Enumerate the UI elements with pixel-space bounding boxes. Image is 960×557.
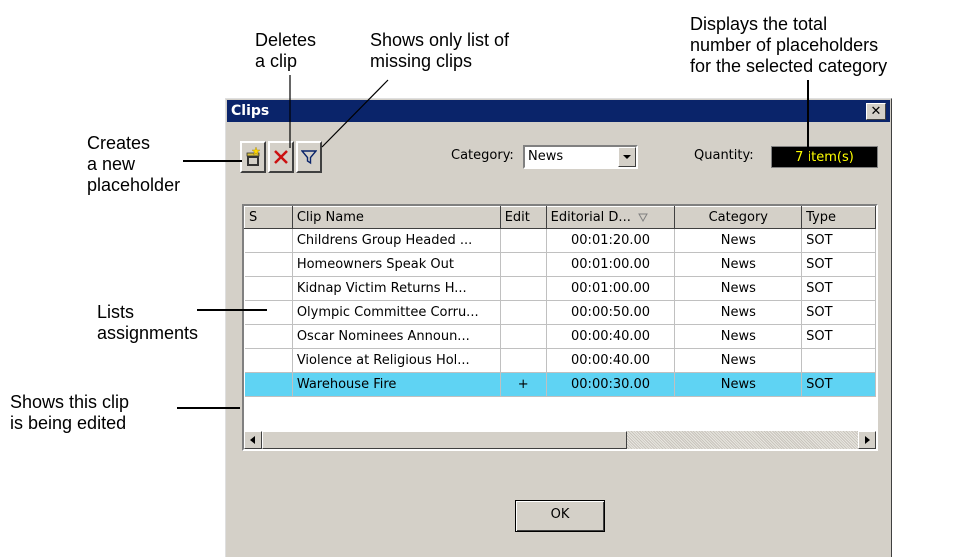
duration-cell: 00:00:50.00	[546, 300, 676, 325]
table-row[interactable]: Childrens Group Headed ... 00:01:20.00 N…	[244, 228, 876, 253]
duration-cell: 00:01:20.00	[546, 228, 676, 253]
scroll-left-button[interactable]	[244, 431, 262, 449]
type-cell: SOT	[801, 276, 876, 301]
dropdown-arrow-icon	[623, 155, 631, 159]
table-row[interactable]: Oscar Nominees Announ... 00:00:40.00 New…	[244, 324, 876, 349]
toolbar	[240, 141, 322, 177]
duration-cell: 00:00:40.00	[546, 348, 676, 373]
dialog-title: Clips	[231, 103, 270, 119]
new-placeholder-icon	[246, 147, 261, 166]
edit-cell: +	[500, 372, 547, 397]
clips-table: S Clip Name Edit Editorial D... Category…	[242, 204, 878, 451]
callout-new-placeholder: Creates a new placeholder	[87, 133, 181, 195]
quantity-label: Quantity:	[694, 148, 754, 163]
status-cell	[244, 348, 293, 373]
column-header-clip-name[interactable]: Clip Name	[291, 206, 501, 229]
callout-being-edited: Shows this clip is being edited	[10, 392, 130, 433]
callout-missing-clips: Shows only list of missing clips	[370, 30, 510, 71]
table-row[interactable]: Homeowners Speak Out 00:01:00.00 News SO…	[244, 252, 876, 277]
new-placeholder-button[interactable]	[240, 141, 266, 173]
title-bar: Clips ✕	[227, 100, 890, 122]
delete-icon	[274, 150, 288, 164]
column-header-type[interactable]: Type	[801, 206, 876, 229]
status-cell	[244, 228, 293, 253]
scroll-left-icon	[250, 436, 255, 444]
sort-descending-icon	[638, 213, 648, 223]
edit-cell	[500, 300, 547, 325]
table-row-selected[interactable]: Warehouse Fire + 00:00:30.00 News SOT	[244, 372, 876, 397]
scroll-right-button[interactable]	[858, 431, 876, 449]
category-select[interactable]: News	[523, 145, 638, 169]
clip-name-cell: Homeowners Speak Out	[292, 252, 501, 277]
type-cell: SOT	[801, 300, 876, 325]
category-cell: News	[674, 324, 803, 349]
duration-cell: 00:01:00.00	[546, 276, 676, 301]
status-cell	[244, 252, 293, 277]
column-header-s[interactable]: S	[244, 206, 293, 229]
edit-cell	[500, 348, 547, 373]
column-header-edit[interactable]: Edit	[499, 206, 547, 229]
status-cell	[244, 372, 293, 397]
clip-name-cell: Childrens Group Headed ...	[292, 228, 501, 253]
type-cell: SOT	[801, 228, 876, 253]
category-cell: News	[674, 228, 803, 253]
category-cell: News	[674, 348, 803, 373]
callout-quantity: Displays the total number of placeholder…	[690, 14, 888, 76]
editorial-duration-label: Editorial D...	[550, 210, 631, 225]
callout-assignments: Lists assignments	[97, 302, 199, 343]
duration-cell: 00:00:30.00	[546, 372, 676, 397]
horizontal-scrollbar[interactable]	[244, 431, 876, 449]
clip-name-cell: Kidnap Victim Returns H...	[292, 276, 501, 301]
dropdown-button[interactable]	[618, 147, 636, 167]
clip-name-cell: Oscar Nominees Announ...	[292, 324, 501, 349]
scroll-right-icon	[865, 436, 870, 444]
type-cell: SOT	[801, 252, 876, 277]
duration-cell: 00:01:00.00	[546, 252, 676, 277]
type-cell: SOT	[801, 324, 876, 349]
table-row[interactable]: Kidnap Victim Returns H... 00:01:00.00 N…	[244, 276, 876, 301]
status-cell	[244, 324, 293, 349]
edit-cell	[500, 324, 547, 349]
category-cell: News	[674, 300, 803, 325]
category-cell: News	[674, 276, 803, 301]
edit-cell	[500, 252, 547, 277]
column-header-editorial-duration[interactable]: Editorial D...	[545, 206, 676, 229]
filter-missing-button[interactable]	[296, 141, 322, 173]
header-row: S Clip Name Edit Editorial D... Category…	[244, 206, 876, 229]
duration-cell: 00:00:40.00	[546, 324, 676, 349]
clip-name-cell: Olympic Committee Corru...	[292, 300, 501, 325]
ok-button[interactable]: OK	[515, 500, 605, 532]
filter-icon	[301, 150, 317, 165]
scroll-thumb[interactable]	[262, 431, 627, 449]
delete-clip-button[interactable]	[268, 141, 294, 173]
type-cell: SOT	[801, 372, 876, 397]
edit-cell	[500, 276, 547, 301]
type-cell	[801, 348, 876, 373]
category-cell: News	[674, 252, 803, 277]
close-icon: ✕	[870, 104, 882, 119]
quantity-display: 7 item(s)	[771, 146, 878, 168]
category-value: News	[528, 149, 564, 164]
status-cell	[244, 276, 293, 301]
clips-grid: S Clip Name Edit Editorial D... Category…	[244, 206, 876, 397]
category-label: Category:	[451, 148, 514, 163]
clips-dialog: Clips ✕ Category: News Quantity: 7 item(…	[225, 98, 892, 557]
column-header-category[interactable]: Category	[674, 206, 803, 229]
callout-delete-clip: Deletes a clip	[255, 30, 317, 71]
scroll-track[interactable]	[627, 431, 858, 449]
table-row[interactable]: Violence at Religious Hol... 00:00:40.00…	[244, 348, 876, 373]
clip-name-cell: Violence at Religious Hol...	[292, 348, 501, 373]
status-cell	[244, 300, 293, 325]
edit-cell	[500, 228, 547, 253]
clip-name-cell: Warehouse Fire	[292, 372, 501, 397]
category-cell: News	[674, 372, 803, 397]
close-button[interactable]: ✕	[866, 103, 886, 120]
table-row[interactable]: Olympic Committee Corru... 00:00:50.00 N…	[244, 300, 876, 325]
